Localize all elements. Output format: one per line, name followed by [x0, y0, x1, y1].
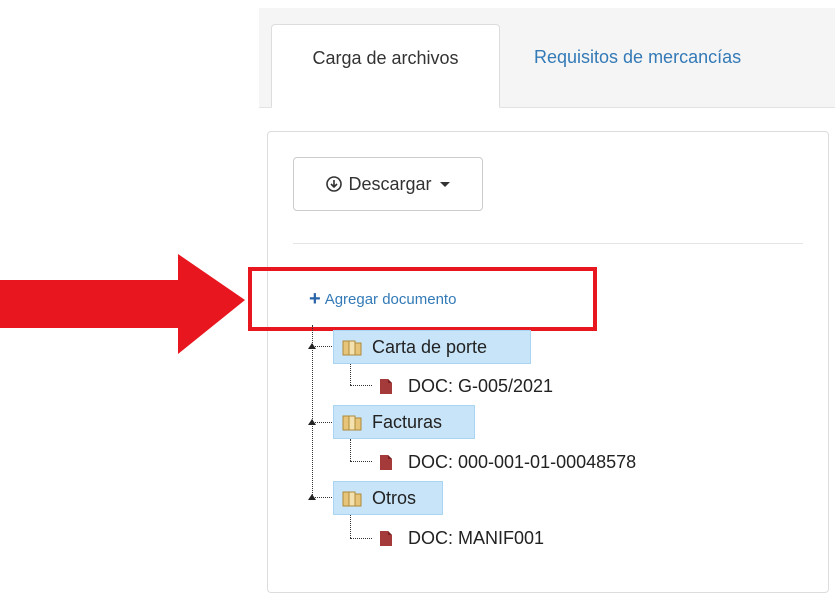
folder-icon [342, 415, 362, 431]
folder-icon [342, 491, 362, 507]
chevron-down-icon [439, 181, 450, 187]
plus-icon: + [309, 288, 321, 310]
download-label: Descargar [348, 173, 432, 194]
folder-label: Otros [372, 487, 417, 508]
add-document-label: Agregar documento [324, 290, 457, 308]
download-button[interactable]: Descargar [293, 157, 483, 211]
red-arrow-icon [0, 254, 245, 354]
tree-folder-facturas[interactable]: Facturas [333, 405, 475, 439]
tab-requisitos-de-mercancias[interactable]: Requisitos de mercancías [534, 24, 741, 90]
tree-line [350, 363, 351, 385]
folder-icon [342, 340, 362, 356]
folder-label: Carta de porte [372, 336, 488, 357]
tree-line [350, 538, 372, 539]
tree-doc[interactable]: DOC: 000-001-01-00048578 [380, 448, 636, 476]
file-icon [380, 378, 392, 394]
tree-doc[interactable]: DOC: G-005/2021 [380, 372, 553, 400]
tree-folder-otros[interactable]: Otros [333, 481, 443, 515]
folder-label: Facturas [372, 411, 443, 432]
tree-line [312, 325, 313, 497]
divider [293, 243, 803, 244]
expand-triangle-icon[interactable] [308, 343, 316, 349]
doc-label: DOC: 000-001-01-00048578 [408, 451, 637, 472]
tree-line [350, 461, 372, 462]
expand-triangle-icon[interactable] [308, 419, 316, 425]
add-document-link[interactable]: + Agregar documento [309, 289, 456, 309]
tab-carga-de-archivos[interactable]: Carga de archivos [271, 24, 500, 108]
doc-label: DOC: G-005/2021 [408, 375, 554, 396]
download-icon [326, 176, 343, 192]
doc-label: DOC: MANIF001 [408, 527, 545, 548]
file-icon [380, 530, 392, 546]
tree-doc[interactable]: DOC: MANIF001 [380, 524, 544, 552]
file-icon [380, 454, 392, 470]
tree-folder-carta-de-porte[interactable]: Carta de porte [333, 330, 531, 364]
tree-line [350, 385, 372, 386]
expand-triangle-icon[interactable] [308, 494, 316, 500]
tree-line [350, 514, 351, 538]
tree-line [350, 439, 351, 461]
